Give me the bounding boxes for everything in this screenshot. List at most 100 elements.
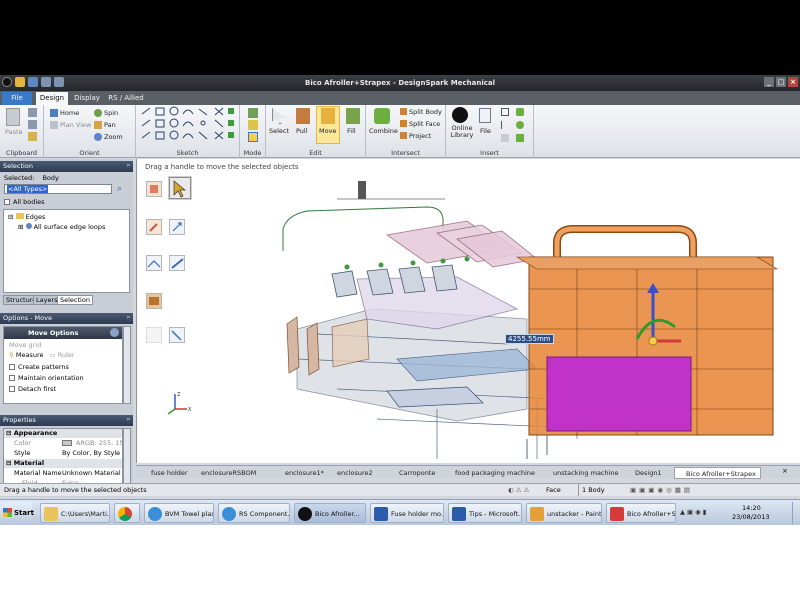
sphere-icon[interactable] — [516, 121, 524, 129]
tray-icons[interactable]: ▲▣◉▮ — [680, 508, 708, 516]
file-insert-icon[interactable] — [479, 108, 491, 123]
pan-button[interactable]: Pan — [104, 121, 116, 129]
pin-icon[interactable]: ᵖ — [127, 161, 130, 172]
fill-button[interactable]: Fill — [347, 127, 356, 135]
tabs-scroll-left-icon[interactable] — [140, 467, 146, 477]
tab-selection[interactable]: Selection — [57, 295, 93, 305]
tab-rs-allied[interactable]: RS / Allied — [106, 92, 146, 105]
select-icon[interactable] — [272, 108, 286, 124]
point-icon[interactable] — [501, 134, 509, 142]
project-button[interactable]: Project — [409, 132, 431, 140]
sketch-tools-icon[interactable] — [136, 106, 240, 146]
property-row-material-name[interactable]: Material Name Unknown Material — [4, 469, 122, 478]
pull-button[interactable]: Pull — [296, 127, 308, 135]
move-grid-option[interactable]: Move grid — [9, 341, 41, 349]
close-button[interactable]: × — [788, 77, 798, 87]
fill-icon[interactable] — [346, 108, 360, 124]
selection-filter[interactable]: Face — [546, 484, 561, 496]
move-options-header[interactable]: Move Options — [4, 327, 122, 339]
split-face-button[interactable]: Split Face — [409, 120, 440, 128]
home-icon[interactable] — [50, 109, 58, 117]
cad-model[interactable] — [137, 159, 800, 463]
paste-button[interactable]: Paste — [5, 128, 23, 136]
pin-icon[interactable]: ᵖ — [127, 313, 130, 324]
status-tool-icons[interactable]: ▣▣▣◉◎▦▤ — [630, 484, 693, 496]
move-button[interactable]: Move — [319, 127, 336, 135]
sketch-mode-icon[interactable] — [248, 108, 258, 118]
measure-option[interactable]: ⚲ Measure ▭ Ruler — [9, 351, 75, 359]
minimize-button[interactable]: _ — [764, 77, 774, 87]
tab-display[interactable]: Display — [72, 92, 102, 105]
split-body-button[interactable]: Split Body — [409, 108, 442, 116]
status-warning-icons[interactable]: ◐ ⚠ ⚠ — [508, 484, 529, 496]
3d-viewport[interactable]: Drag a handle to move the selected objec… — [136, 159, 800, 463]
online-library-icon[interactable] — [452, 107, 468, 123]
split-body-icon[interactable] — [400, 108, 407, 115]
taskbar-word-tips[interactable]: Tips - Microsoft... — [448, 503, 522, 523]
pin-icon[interactable]: ᵖ — [127, 415, 130, 426]
axis-icon[interactable] — [501, 121, 509, 129]
taskbar-ie-bvm[interactable]: BVM Towel plas... — [144, 503, 214, 523]
taskbar-paint[interactable]: unstacker - Paint — [526, 503, 602, 523]
split-face-icon[interactable] — [400, 120, 407, 127]
plane-icon[interactable] — [501, 108, 509, 116]
doc-tab[interactable]: Carroponte — [388, 467, 435, 479]
spin-button[interactable]: Spin — [104, 109, 118, 117]
tree-item-surface-edge-loops[interactable]: ⊞ All surface edge loops — [18, 223, 105, 231]
zoom-button[interactable]: Zoom — [104, 133, 123, 141]
taskbar-explorer[interactable]: C:\Users\Marti... — [40, 503, 110, 523]
all-bodies-option[interactable]: All bodies — [4, 198, 45, 206]
section-mode-icon[interactable] — [248, 120, 258, 130]
taskbar-ie-rs[interactable]: RS Component... — [218, 503, 290, 523]
dimension-readout[interactable]: 4255.55mm — [505, 334, 554, 344]
tab-file[interactable]: File — [2, 92, 32, 105]
spin-icon[interactable] — [94, 109, 102, 117]
taskbar-bico-image[interactable]: Bico Afroller+S... — [606, 503, 676, 523]
zoom-icon[interactable] — [94, 133, 102, 141]
combine-icon[interactable] — [374, 108, 390, 124]
detach-first-option[interactable]: Detach first — [9, 385, 56, 393]
format-painter-icon[interactable] — [28, 132, 37, 141]
maximize-button[interactable]: □ — [776, 77, 786, 87]
properties-section-material[interactable]: ⊟ Material — [4, 459, 122, 468]
maintain-orientation-option[interactable]: Maintain orientation — [9, 374, 84, 382]
file-insert-button[interactable]: File — [480, 127, 491, 135]
cube-icon[interactable] — [516, 134, 524, 142]
property-row-style[interactable]: Style By Color, By Style — [4, 449, 122, 458]
tree-item-edges[interactable]: ⊟ Edges — [8, 213, 45, 221]
selection-filter-dropdown[interactable]: <All Types> — [4, 184, 112, 194]
search-icon[interactable]: ⌕ — [117, 184, 127, 194]
properties-section-appearance[interactable]: ⊟ Appearance — [4, 429, 122, 438]
cylinder-icon[interactable] — [516, 108, 524, 116]
show-desktop-button[interactable] — [792, 502, 800, 524]
options-scrollbar[interactable] — [123, 326, 131, 404]
collapse-icon[interactable] — [110, 328, 119, 337]
move-icon[interactable] — [321, 108, 335, 124]
cut-icon[interactable] — [28, 108, 37, 117]
clock-time[interactable]: 14:20 — [742, 504, 761, 512]
clock-date[interactable]: 23/08/2013 — [732, 513, 769, 521]
doc-tab-active[interactable]: Bico Afroller+Strapex — [674, 467, 761, 479]
doc-tab[interactable]: Design1 — [624, 467, 662, 479]
taskbar-designspark[interactable]: Bico Afroller... — [294, 503, 366, 523]
doc-tab[interactable]: enclosure1* — [274, 467, 324, 479]
doc-tab[interactable]: food packaging machine — [444, 467, 535, 479]
start-button[interactable]: Start — [0, 502, 34, 524]
close-tab-icon[interactable]: × — [782, 467, 788, 475]
pan-icon[interactable] — [94, 121, 102, 129]
home-button[interactable]: Home — [60, 109, 79, 117]
doc-tab[interactable]: fuse holder — [140, 467, 188, 479]
online-library-button[interactable]: Online Library — [450, 125, 474, 139]
copy-icon[interactable] — [28, 120, 37, 129]
3d-mode-icon[interactable] — [248, 132, 258, 142]
plan-view-icon[interactable] — [50, 121, 58, 129]
property-row-color[interactable]: Color ARGB: 255, 156 — [4, 439, 122, 448]
tab-design[interactable]: Design — [36, 92, 68, 105]
combine-button[interactable]: Combine — [369, 127, 398, 135]
doc-tab[interactable]: unstacking machine — [542, 467, 619, 479]
pull-icon[interactable] — [296, 108, 310, 124]
paste-icon[interactable] — [6, 108, 20, 126]
doc-tab[interactable]: enclosureRSBOM — [190, 467, 256, 479]
plan-view-button[interactable]: Plan View — [60, 121, 91, 129]
create-patterns-option[interactable]: Create patterns — [9, 363, 69, 371]
